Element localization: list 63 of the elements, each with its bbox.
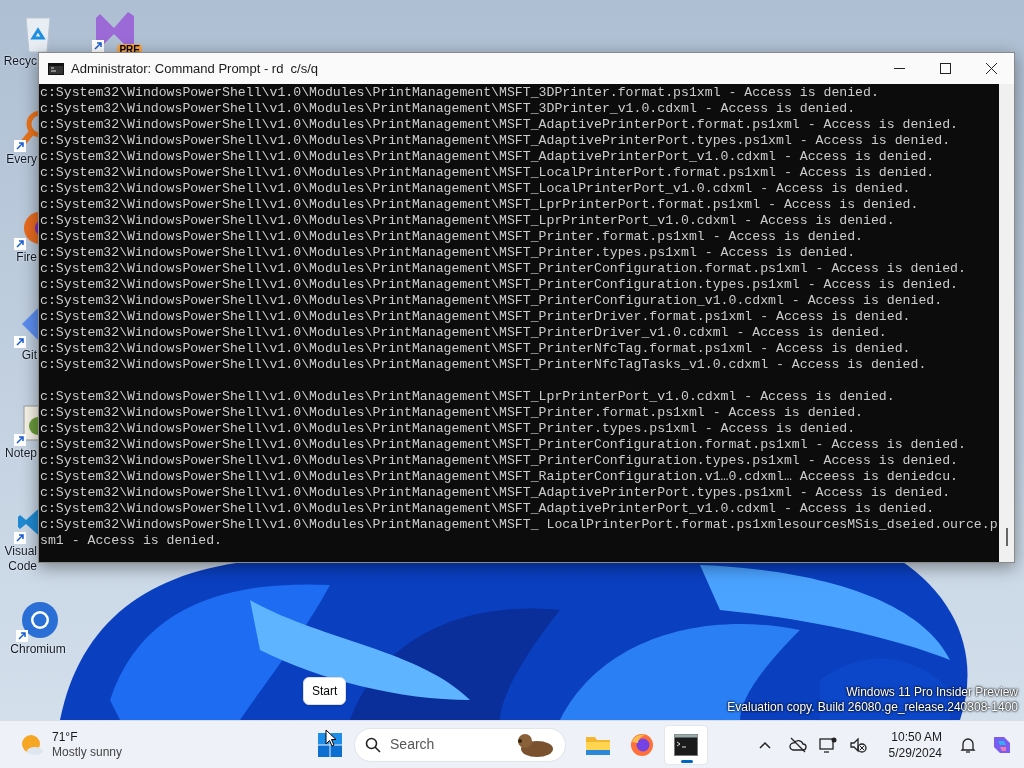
weather-widget[interactable]: 71°F Mostly sunny — [20, 729, 123, 760]
minimize-icon — [893, 68, 905, 69]
console-line: c:System32\WindowsPowerShell\v1.0\Modules\PrintManagement\MSFT_AdaptivePrinterPort_v1.0.cdxml - Access is denied. — [40, 501, 936, 517]
speaker-muted-icon[interactable] — [848, 736, 867, 753]
icon-label: Chromium — [10, 642, 66, 657]
console-line: c:System32\WindowsPowerShell\v1.0\Modules\PrintManagement\MSFT_PrinterConfiguration.types.ps1xml - Access is denied. — [40, 277, 959, 293]
console-line: c:System32\WindowsPowerShell\v1.0\Modules\PrintManagement\MSFT_LocalPrinterPort_v1.0.cdxml - Access is denied. — [40, 181, 912, 197]
console-line: c:System32\WindowsPowerShell\v1.0\Modules\PrintManagement\MSFT_PrinterConfiguration_v1.0.cdxml - Access is denied. — [40, 293, 944, 309]
console-line: c:System32\WindowsPowerShell\v1.0\Modules\PrintManagement\MSFT_AdaptivePrinterPort.types.ps1xml - Access is denied. — [40, 133, 952, 149]
console-line: c:System32\WindowsPowerShell\v1.0\Modules\PrintManagement\MSFT_ LocalPrinterPort.format.ps1xmlesourcesMSis_dseied.ource.p — [40, 517, 999, 533]
console-line: c:System32\WindowsPowerShell\v1.0\Modules\PrintManagement\MSFT_PrinterDriver_v1.0.cdxml - Access is denied. — [40, 325, 888, 341]
console-icon — [48, 62, 64, 75]
console-line: c:System32\WindowsPowerShell\v1.0\Modules\PrintManagement\MSFT_AdaptivePrinterPort.format.ps1xml - Access is denied. — [40, 117, 959, 133]
console-line: c:System32\WindowsPowerShell\v1.0\Modules\PrintManagement\MSFT_PrinterNfcTag.format.ps1xml - Access is denied. — [40, 341, 912, 357]
search-field[interactable]: Search — [354, 727, 567, 762]
maximize-icon — [939, 63, 951, 74]
bell-icon[interactable] — [960, 735, 976, 754]
icon-label: Git — [21, 348, 37, 363]
clock-date: 5/29/2024 — [888, 744, 942, 761]
monitor-icon[interactable] — [818, 736, 837, 753]
chevron-up-icon[interactable] — [758, 740, 771, 749]
icon-label: Fire — [16, 250, 37, 265]
temperature: 71°F — [52, 729, 79, 745]
console-line: c:System32\WindowsPowerShell\v1.0\Modules\PrintManagement\MSFT_Printer.format.ps1xml - Access is denied. — [40, 229, 865, 245]
browser-icon — [630, 732, 655, 757]
terminal-icon — [674, 733, 699, 756]
scrollbar[interactable] — [999, 84, 1014, 562]
icon-label: Visual — [4, 544, 37, 559]
search-icon — [365, 736, 382, 753]
otter-icon — [515, 731, 556, 758]
clock-time: 10:50 AM — [891, 728, 942, 745]
weather-condition: Mostly sunny — [52, 744, 123, 760]
console-line: c:System32\WindowsPowerShell\v1.0\Modules\PrintManagement\MSFT_Printer.format.ps1xml - Access is denied. — [40, 405, 865, 421]
console-line: c:System32\WindowsPowerShell\v1.0\Modules\PrintManagement\MSFT_Printer.types.ps1xml - Access is denied. — [40, 421, 857, 437]
console-line: c:System32\WindowsPowerShell\v1.0\Modules\PrintManagement\MSFT_LocalPrinterPort.format.ps1xml - Access is denied. — [40, 165, 936, 181]
console-line: c:System32\WindowsPowerShell\v1.0\Modules\PrintManagement\MSFT_PrinterConfiguration.types.ps1xml - Access is denied. — [40, 453, 959, 469]
console-line: c:System32\WindowsPowerShell\v1.0\Modules\PrintManagement\MSFT_PrinterNfcTagTasks_v1.0.cdxml - Access is denied. — [40, 357, 928, 373]
console-line: c:System32\WindowsPowerShell\v1.0\Modules\PrintManagement\MSFT_PrinterConfiguration.format.ps1xml - Access is denied. — [40, 437, 967, 453]
icon-label: Every — [6, 152, 37, 167]
sun-cloud-icon — [20, 732, 44, 757]
console-line: c:System32\WindowsPowerShell\v1.0\Modules\PrintManagement\MSFT_3DPrinter_v1.0.cdxml - Access is denied. — [40, 101, 857, 117]
icon-label: Code — [8, 559, 37, 574]
console-line: c:System32\WindowsPowerShell\v1.0\Modules\PrintManagement\MSFT_LprPrinterPort.format.ps1xml - Access is denied. — [40, 197, 920, 213]
taskbar-app[interactable] — [664, 724, 709, 765]
clock[interactable]: 10:50 AM 5/29/2024 — [884, 728, 946, 761]
tooltip: Start — [303, 677, 347, 705]
console-line: sm1 - Access is denied. — [40, 533, 224, 549]
close-icon — [985, 63, 997, 74]
console-line: c:System32\WindowsPowerShell\v1.0\Modules\PrintManagement\MSFT_LprPrinterPort_v1.0.cdxml - Access is denied. — [40, 213, 896, 229]
icon-label: Recyc — [3, 54, 37, 69]
mouse-pointer-icon — [325, 729, 337, 747]
icon-label: Notep — [4, 446, 37, 461]
cloud-off-icon[interactable] — [788, 736, 807, 753]
console-line: c:System32\WindowsPowerShell\v1.0\Modules\PrintManagement\MSFT_3DPrinter.format.ps1xml - Access is denied. — [40, 85, 880, 101]
console-line: c:System32\WindowsPowerShell\v1.0\Modules\PrintManagement\MSFT_PrinterConfiguration.format.ps1xml - Access is denied. — [40, 261, 967, 277]
window-title: Administrator: Command Prompt - rd c/s/q — [71, 59, 319, 78]
console-line: c:System32\WindowsPowerShell\v1.0\Modules\PrintManagement\MSFT_Printer.types.ps1xml - Access is denied. — [40, 245, 857, 261]
console-line: c:System32\WindowsPowerShell\v1.0\Modules\PrintManagement\MSFT_PrinterDriver.format.ps1xml - Access is denied. — [40, 309, 912, 325]
search-input[interactable]: Search — [390, 734, 501, 755]
console-line: c:System32\WindowsPowerShell\v1.0\Modules\PrintManagement\MSFT_RaipterConfiguration.v1…0.cdxml… Acceess is deniedcu. — [40, 469, 959, 485]
console-line: c:System32\WindowsPowerShell\v1.0\Modules\PrintManagement\MSFT_AdaptivePrinterPort.types.ps1xml - Access is denied. — [40, 485, 952, 501]
console-line: c:System32\WindowsPowerShell\v1.0\Modules\PrintManagement\MSFT_AdaptivePrinterPort_v1.0.cdxml - Access is denied. — [40, 149, 936, 165]
console-line: c:System32\WindowsPowerShell\v1.0\Modules\PrintManagement\MSFT_LprPrinterPort_v1.0.cdxml - Access is denied. — [40, 389, 896, 405]
